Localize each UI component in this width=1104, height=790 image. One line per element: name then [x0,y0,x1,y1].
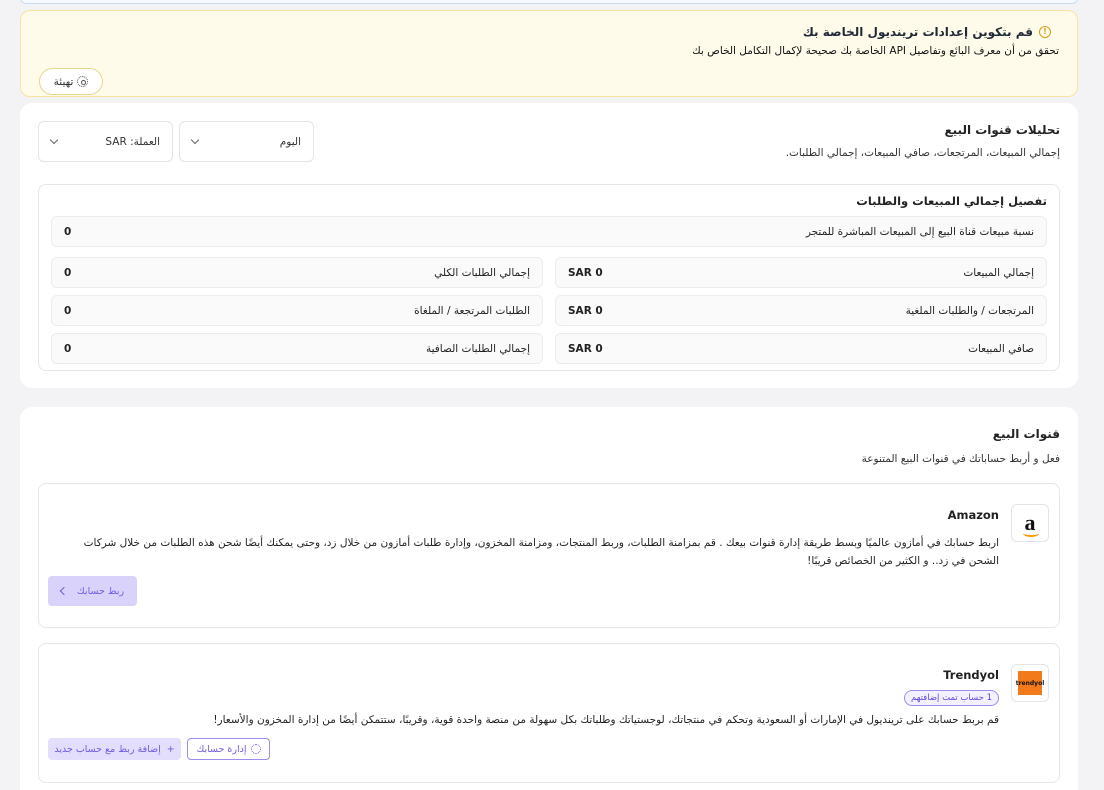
sales-channels-card: قنوات البيع فعل و أربط حساباتك في قنوات … [20,407,1078,790]
gear-icon [250,744,261,754]
stat-row-net-orders: إجمالي الطلبات الصافية 0 [51,333,543,364]
stat-row-total-orders: إجمالي الطلبات الكلي 0 [51,257,543,288]
manage-account-button[interactable]: إدارة حسابك [187,738,270,760]
channel-name: Amazon [947,508,999,522]
warning-title: ! قم بتكوين إعدادات ترينديول الخاصة بك [803,25,1051,39]
channels-subtitle: فعل و أربط حساباتك في قنوات البيع المتنو… [861,453,1060,465]
breakdown-title: تفصيل إجمالي المبيعات والطلبات [856,194,1047,208]
currency-select[interactable]: العملة: SAR [38,121,173,162]
setup-warning-banner: ! قم بتكوين إعدادات ترينديول الخاصة بك ت… [20,10,1078,97]
channel-description: قم بربط حسابك على ترينديول في الإمارات أ… [213,714,999,726]
sales-orders-breakdown: تفصيل إجمالي المبيعات والطلبات نسبة مبيع… [38,184,1060,371]
channels-title: قنوات البيع [992,427,1060,441]
trendyol-logo: trendyol [1011,664,1049,702]
sales-channels-analytics-card: تحليلات قنوات البيع إجمالي المبيعات، الم… [20,103,1078,388]
amazon-channel: a Amazon اربط حسابك في أمازون عالميًا وب… [38,483,1060,628]
channel-name: Trendyol [943,668,999,682]
trendyol-channel: trendyol Trendyol 1 حساب تمت إضافتهم قم … [38,643,1060,783]
analytics-subtitle: إجمالي المبيعات، المرتجعات، صافي المبيعا… [785,147,1060,159]
warning-description: تحقق من أن معرف البائع وتفاصيل API الخاص… [692,45,1059,57]
stat-row-returned-orders: الطلبات المرتجعة / الملغاة 0 [51,295,543,326]
gear-icon [77,76,89,87]
stat-row-net-sales: صافي المبيعات SAR 0 [555,333,1047,364]
accounts-added-badge: 1 حساب تمت إضافتهم [904,690,999,706]
channel-description: اربط حسابك في أمازون عالميًا وبسط طريقة … [83,537,999,567]
chevron-left-icon [59,586,69,596]
top-strip [20,0,1078,4]
period-select[interactable]: اليوم [179,121,314,162]
amazon-logo: a [1011,504,1049,542]
info-icon: ! [1039,26,1051,38]
stat-row-total-sales: إجمالي المبيعات SAR 0 [555,257,1047,288]
stat-row-returns: المرتجعات / والطلبات الملغية SAR 0 [555,295,1047,326]
chevron-down-icon [49,135,59,145]
chevron-down-icon [190,135,200,145]
ratio-row: نسبة مبيعات قناة البيع إلى المبيعات المب… [51,216,1047,247]
add-new-account-button[interactable]: + إضافة ربط مع حساب جديد [48,738,181,760]
analytics-title: تحليلات قنوات البيع [944,123,1060,137]
plus-icon: + [166,743,175,755]
connect-amazon-button[interactable]: ربط حسابك [48,576,137,606]
setup-button[interactable]: تهيئة [39,68,103,95]
